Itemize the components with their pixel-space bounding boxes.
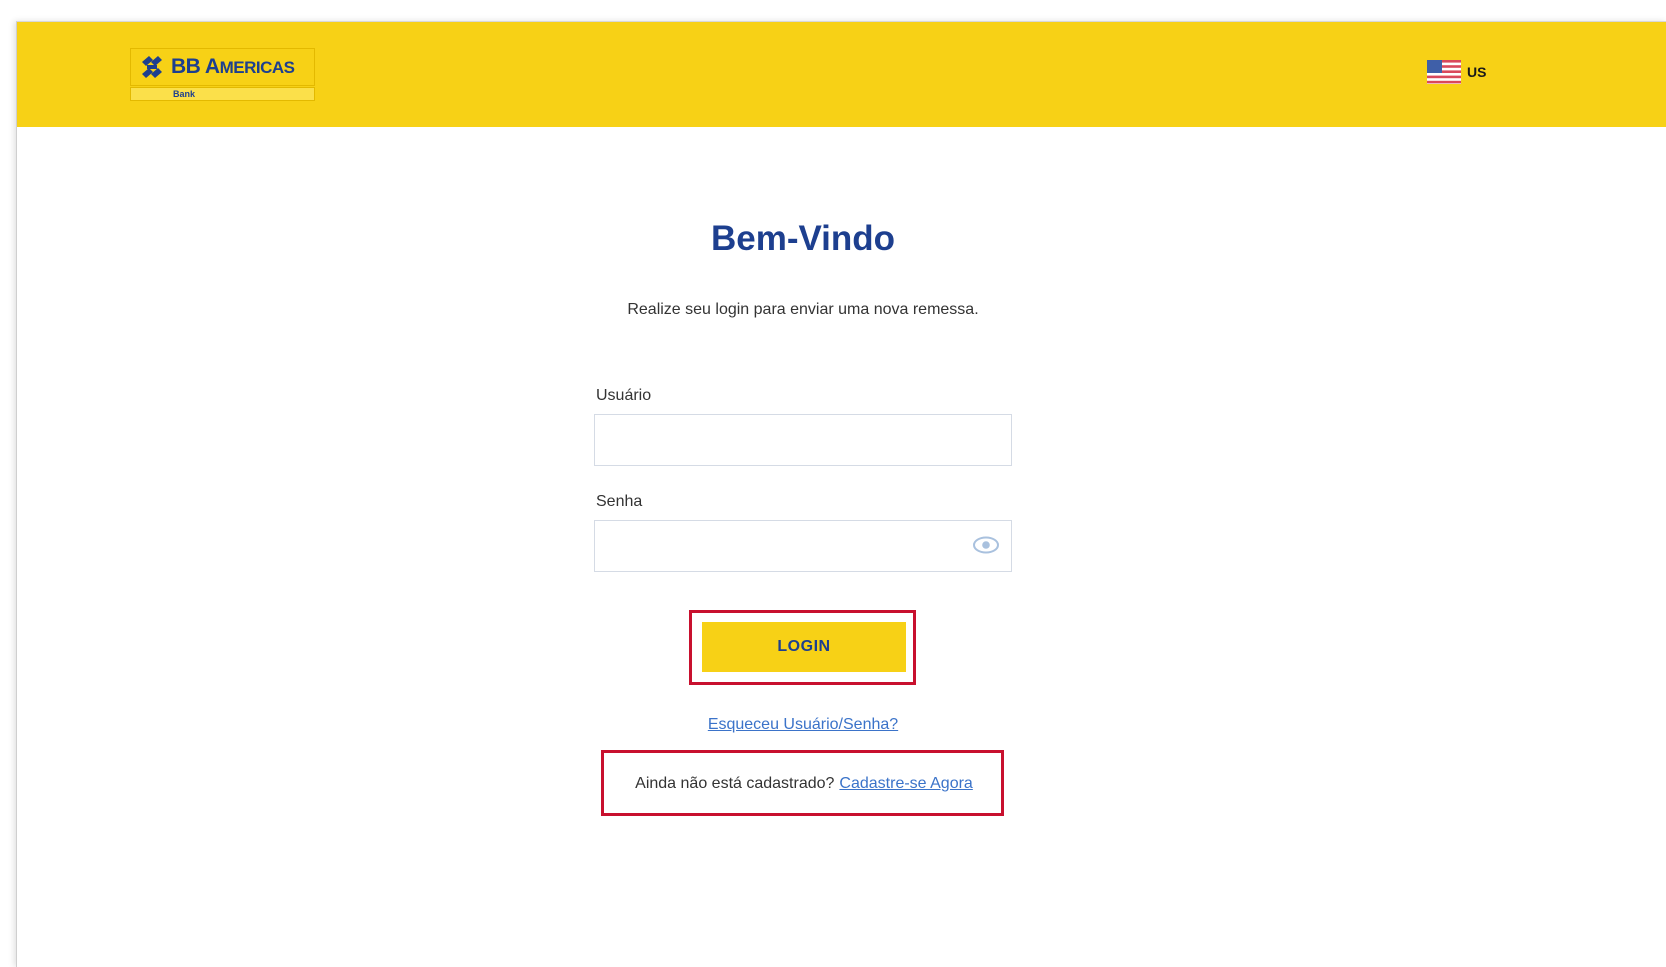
logo-bank-label: Bank: [173, 89, 196, 99]
page-title: Bem-Vindo: [710, 219, 896, 258]
login-button[interactable]: LOGIN: [702, 622, 906, 672]
browser-page: BB AMERICAS Bank US Bem-Vindo Realize se…: [16, 21, 1666, 967]
logo-wordmark: BB AMERICAS: [171, 55, 295, 79]
username-label: Usuário: [596, 387, 652, 404]
eye-icon[interactable]: [972, 534, 1000, 556]
forgot-credentials-link[interactable]: Esqueceu Usuário/Senha?: [708, 716, 898, 733]
language-selector[interactable]: US: [1427, 60, 1486, 84]
page-subtitle: Realize seu login para enviar uma nova r…: [627, 301, 979, 318]
password-label: Senha: [596, 493, 643, 510]
forgot-credentials: Esqueceu Usuário/Senha?: [17, 716, 1589, 734]
header-bar: BB AMERICAS Bank US: [17, 22, 1666, 127]
logo-wordmark-small: MERICAS: [219, 58, 295, 77]
username-input[interactable]: [594, 414, 1012, 466]
language-label: US: [1467, 64, 1487, 80]
logo-bottom-band: Bank: [130, 87, 315, 101]
register-prompt-text: Ainda não está cadastrado?: [635, 775, 835, 792]
register-prompt: Ainda não está cadastrado? Cadastre-se A…: [604, 753, 1004, 815]
bb-americas-logo[interactable]: BB AMERICAS Bank: [130, 48, 315, 104]
logo-top-band: BB AMERICAS: [130, 48, 315, 86]
us-flag-icon: [1427, 60, 1461, 84]
password-input[interactable]: [594, 520, 1012, 572]
logo-wordmark-big: BB A: [171, 55, 220, 78]
bb-symbol-icon: [142, 56, 162, 78]
register-link[interactable]: Cadastre-se Agora: [839, 775, 972, 793]
